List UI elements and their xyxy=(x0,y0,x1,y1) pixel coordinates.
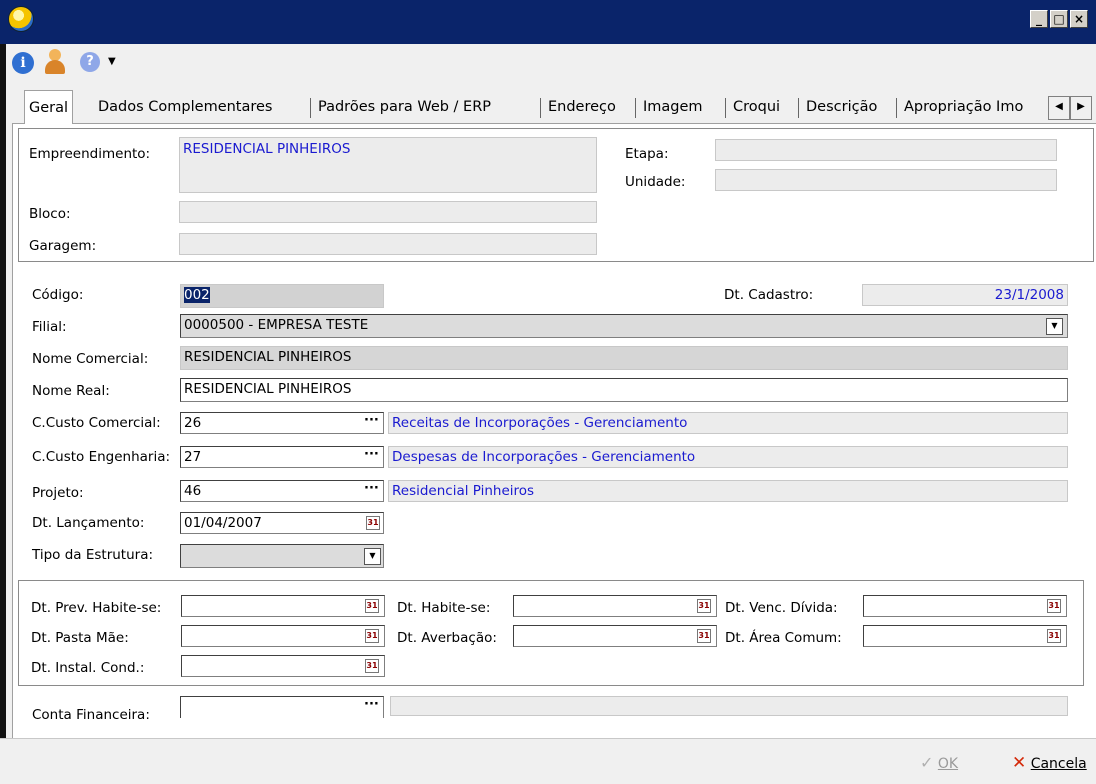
bloco-label: Bloco: xyxy=(29,206,71,222)
tab-imagem[interactable]: Imagem xyxy=(639,90,707,124)
tab-geral[interactable]: Geral xyxy=(24,90,74,127)
etapa-label: Etapa: xyxy=(625,146,669,162)
nome-real-label: Nome Real: xyxy=(32,383,110,399)
calendar-icon[interactable]: 31 xyxy=(365,659,379,673)
dt-lancamento-input[interactable]: 01/04/2007 xyxy=(180,512,384,534)
dt-prev-habitese-input[interactable] xyxy=(181,595,385,617)
info-icon[interactable]: i xyxy=(12,52,34,74)
minimize-button[interactable]: _ xyxy=(1030,10,1048,28)
tab-croqui[interactable]: Croqui xyxy=(729,90,784,124)
ccusto-comercial-lookup-button[interactable]: ··· xyxy=(364,412,379,430)
nome-comercial-label: Nome Comercial: xyxy=(32,351,149,367)
projeto-description: Residencial Pinheiros xyxy=(388,480,1068,502)
calendar-icon[interactable]: 31 xyxy=(365,629,379,643)
calendar-icon[interactable]: 31 xyxy=(366,516,380,530)
toolbar xyxy=(0,44,1096,84)
tab-padroes-web-erp[interactable]: Padrões para Web / ERP xyxy=(314,90,495,124)
ccusto-engenharia-description: Despesas de Incorporações - Gerenciament… xyxy=(388,446,1068,468)
ccusto-comercial-input[interactable]: 26 xyxy=(180,412,384,434)
ccusto-engenharia-input[interactable]: 27 xyxy=(180,446,384,468)
projeto-input[interactable]: 46 xyxy=(180,480,384,502)
filial-label: Filial: xyxy=(32,319,67,335)
dt-averbacao-input[interactable] xyxy=(513,625,717,647)
tab-scroll-right-icon[interactable]: ▶ xyxy=(1070,96,1092,120)
projeto-lookup-button[interactable]: ··· xyxy=(364,480,379,498)
dt-area-comum-input[interactable] xyxy=(863,625,1067,647)
dt-habitese-label: Dt. Habite-se: xyxy=(397,600,491,616)
conta-financeira-lookup-button[interactable]: ··· xyxy=(364,696,379,714)
ccusto-engenharia-label: C.Custo Engenharia: xyxy=(32,449,171,465)
garagem-label: Garagem: xyxy=(29,238,97,254)
conta-financeira-input[interactable] xyxy=(180,696,384,718)
chevron-down-icon[interactable]: ▼ xyxy=(1046,318,1063,335)
tab-dados-complementares[interactable]: Dados Complementares xyxy=(94,90,277,124)
tab-descricao[interactable]: Descrição xyxy=(802,90,881,124)
tipo-estrutura-label: Tipo da Estrutura: xyxy=(32,547,154,563)
check-icon: ✓ xyxy=(920,753,934,772)
empreendimento-label: Empreendimento: xyxy=(29,146,151,162)
close-icon: ✕ xyxy=(1012,753,1027,773)
dates-group: Dt. Prev. Habite-se: 31 Dt. Habite-se: 3… xyxy=(18,580,1084,686)
calendar-icon[interactable]: 31 xyxy=(1047,599,1061,613)
codigo-label: Código: xyxy=(32,287,84,303)
tab-strip: Geral Dados Complementares Padrões para … xyxy=(12,90,1096,127)
dt-pasta-mae-input[interactable] xyxy=(181,625,385,647)
ccusto-engenharia-lookup-button[interactable]: ··· xyxy=(364,446,379,464)
dt-area-comum-label: Dt. Área Comum: xyxy=(725,630,842,646)
codigo-field[interactable]: 002 xyxy=(180,284,384,308)
empreendimento-group: Empreendimento: RESIDENCIAL PINHEIROS Et… xyxy=(18,128,1094,262)
conta-financeira-description xyxy=(390,696,1068,716)
unidade-field[interactable] xyxy=(715,169,1057,191)
codigo-value: 002 xyxy=(184,287,210,303)
maximize-button[interactable]: □ xyxy=(1050,10,1068,28)
cancel-label: Cancela xyxy=(1030,756,1087,772)
calendar-icon[interactable]: 31 xyxy=(1047,629,1061,643)
projeto-label: Projeto: xyxy=(32,485,84,501)
filial-select[interactable]: 0000500 - EMPRESA TESTE xyxy=(180,314,1068,338)
app-icon[interactable] xyxy=(8,6,34,32)
tab-scroll-left-icon[interactable]: ◀ xyxy=(1048,96,1070,120)
garagem-field[interactable] xyxy=(179,233,597,255)
help-icon[interactable]: ? xyxy=(80,52,100,72)
tab-endereco[interactable]: Endereço xyxy=(544,90,620,124)
dt-habitese-input[interactable] xyxy=(513,595,717,617)
empreendimento-field[interactable]: RESIDENCIAL PINHEIROS xyxy=(179,137,597,193)
nome-real-input[interactable]: RESIDENCIAL PINHEIROS xyxy=(180,378,1068,402)
ok-label: OK xyxy=(937,756,959,772)
dt-instal-cond-input[interactable] xyxy=(181,655,385,677)
window-left-border xyxy=(0,44,6,738)
dt-prev-habitese-label: Dt. Prev. Habite-se: xyxy=(31,600,162,616)
dt-venc-divida-input[interactable] xyxy=(863,595,1067,617)
dt-venc-divida-label: Dt. Venc. Dívida: xyxy=(725,600,838,616)
dt-instal-cond-label: Dt. Instal. Cond.: xyxy=(31,660,145,676)
ccusto-comercial-label: C.Custo Comercial: xyxy=(32,415,161,431)
tab-apropriacao[interactable]: Apropriação Imo xyxy=(900,90,1054,124)
calendar-icon[interactable]: 31 xyxy=(697,599,711,613)
calendar-icon[interactable]: 31 xyxy=(697,629,711,643)
dt-cadastro-field[interactable]: 23/1/2008 xyxy=(862,284,1068,306)
conta-financeira-label: Conta Financeira: xyxy=(32,707,150,723)
bloco-field[interactable] xyxy=(179,201,597,223)
user-icon[interactable] xyxy=(42,48,68,76)
ccusto-comercial-description: Receitas de Incorporações - Gerenciament… xyxy=(388,412,1068,434)
ok-button[interactable]: ✓ OK xyxy=(920,752,980,774)
filial-value: 0000500 - EMPRESA TESTE xyxy=(184,317,369,333)
dt-pasta-mae-label: Dt. Pasta Mãe: xyxy=(31,630,129,646)
window-title-bar xyxy=(0,0,1096,44)
chevron-down-icon[interactable]: ▼ xyxy=(364,548,381,565)
tipo-estrutura-select[interactable] xyxy=(180,544,384,568)
dt-lancamento-label: Dt. Lançamento: xyxy=(32,515,145,531)
etapa-field[interactable] xyxy=(715,139,1057,161)
calendar-icon[interactable]: 31 xyxy=(365,599,379,613)
nome-comercial-field[interactable]: RESIDENCIAL PINHEIROS xyxy=(180,346,1068,370)
close-button[interactable]: × xyxy=(1070,10,1088,28)
dt-averbacao-label: Dt. Averbação: xyxy=(397,630,497,646)
dt-cadastro-label: Dt. Cadastro: xyxy=(724,287,814,303)
cancel-button[interactable]: ✕ Cancela xyxy=(1012,752,1096,774)
unidade-label: Unidade: xyxy=(625,174,686,190)
chevron-down-icon[interactable]: ▼ xyxy=(108,52,116,72)
